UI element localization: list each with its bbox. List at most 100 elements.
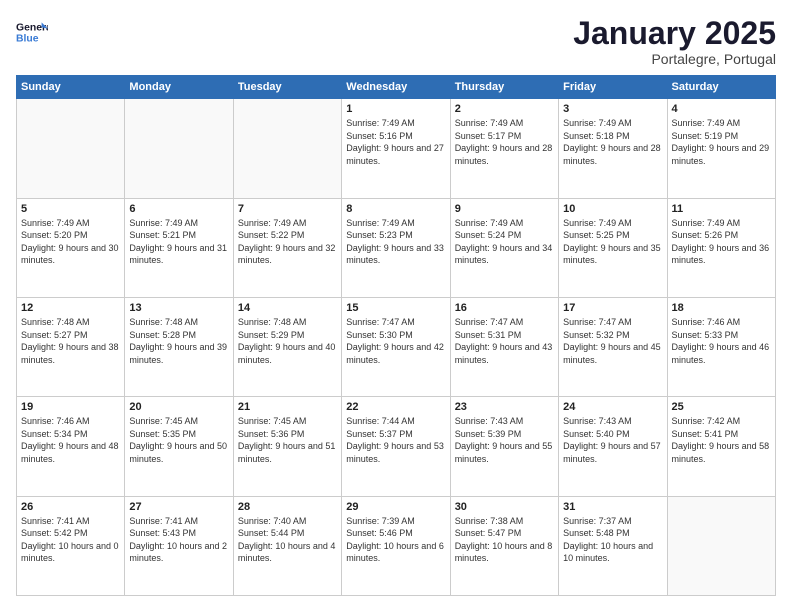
table-row: 1 Sunrise: 7:49 AM Sunset: 5:16 PM Daylig… — [342, 99, 450, 198]
col-thursday: Thursday — [450, 76, 558, 99]
calendar-week-row: 1 Sunrise: 7:49 AM Sunset: 5:16 PM Daylig… — [17, 99, 776, 198]
day-number: 11 — [672, 203, 771, 215]
day-info: Sunrise: 7:42 AM Sunset: 5:41 PM Dayligh… — [672, 415, 771, 465]
table-row: 6 Sunrise: 7:49 AM Sunset: 5:21 PM Daylig… — [125, 198, 233, 297]
page: General Blue January 2025 Portalegre, Po… — [0, 0, 792, 612]
day-number: 21 — [238, 401, 337, 413]
day-info: Sunrise: 7:48 AM Sunset: 5:29 PM Dayligh… — [238, 316, 337, 366]
table-row: 15Sunrise: 7:47 AM Sunset: 5:30 PM Dayli… — [342, 297, 450, 396]
day-info: Sunrise: 7:49 AM Sunset: 5:19 PM Dayligh… — [672, 117, 771, 167]
day-number: 4 — [672, 103, 771, 115]
table-row — [233, 99, 341, 198]
table-row: 21 Sunrise: 7:45 AM Sunset: 5:36 PM Dayli… — [233, 397, 341, 496]
subtitle: Portalegre, Portugal — [573, 51, 776, 67]
day-number: 25 — [672, 401, 771, 413]
day-number: 30 — [455, 501, 554, 513]
day-info: Sunrise: 7:49 AM Sunset: 5:16 PM Dayligh… — [346, 117, 445, 167]
col-sunday: Sunday — [17, 76, 125, 99]
day-info: Sunrise: 7:49 AM Sunset: 5:23 PM Dayligh… — [346, 217, 445, 267]
day-info: Sunrise: 7:44 AM Sunset: 5:37 PM Dayligh… — [346, 415, 445, 465]
table-row: 3Sunrise: 7:49 AM Sunset: 5:18 PM Daylig… — [559, 99, 667, 198]
table-row — [667, 496, 775, 595]
table-row: 30 Sunrise: 7:38 AM Sunset: 5:47 PM Dayli… — [450, 496, 558, 595]
col-friday: Friday — [559, 76, 667, 99]
day-number: 19 — [21, 401, 120, 413]
calendar-table: Sunday Monday Tuesday Wednesday Thursday… — [16, 75, 776, 596]
day-number: 1 — [346, 103, 445, 115]
day-info: Sunrise: 7:39 AM Sunset: 5:46 PM Dayligh… — [346, 515, 445, 565]
table-row: 28Sunrise: 7:40 AM Sunset: 5:44 PM Dayli… — [233, 496, 341, 595]
day-number: 28 — [238, 501, 337, 513]
day-number: 17 — [563, 302, 662, 314]
col-tuesday: Tuesday — [233, 76, 341, 99]
calendar-week-row: 12 Sunrise: 7:48 AM Sunset: 5:27 PM Dayli… — [17, 297, 776, 396]
table-row: 20 Sunrise: 7:45 AM Sunset: 5:35 PM Dayli… — [125, 397, 233, 496]
table-row: 23 Sunrise: 7:43 AM Sunset: 5:39 PM Dayli… — [450, 397, 558, 496]
col-wednesday: Wednesday — [342, 76, 450, 99]
table-row: 5Sunrise: 7:49 AM Sunset: 5:20 PM Daylig… — [17, 198, 125, 297]
day-info: Sunrise: 7:49 AM Sunset: 5:22 PM Dayligh… — [238, 217, 337, 267]
table-row — [17, 99, 125, 198]
day-number: 2 — [455, 103, 554, 115]
day-info: Sunrise: 7:49 AM Sunset: 5:21 PM Dayligh… — [129, 217, 228, 267]
table-row: 12 Sunrise: 7:48 AM Sunset: 5:27 PM Dayli… — [17, 297, 125, 396]
day-number: 29 — [346, 501, 445, 513]
day-number: 13 — [129, 302, 228, 314]
day-info: Sunrise: 7:45 AM Sunset: 5:35 PM Dayligh… — [129, 415, 228, 465]
table-row: 14Sunrise: 7:48 AM Sunset: 5:29 PM Dayli… — [233, 297, 341, 396]
title-block: January 2025 Portalegre, Portugal — [573, 16, 776, 67]
day-info: Sunrise: 7:43 AM Sunset: 5:39 PM Dayligh… — [455, 415, 554, 465]
day-number: 10 — [563, 203, 662, 215]
table-row — [125, 99, 233, 198]
day-info: Sunrise: 7:49 AM Sunset: 5:25 PM Dayligh… — [563, 217, 662, 267]
table-row: 19 Sunrise: 7:46 AM Sunset: 5:34 PM Dayli… — [17, 397, 125, 496]
table-row: 8 Sunrise: 7:49 AM Sunset: 5:23 PM Daylig… — [342, 198, 450, 297]
day-number: 22 — [346, 401, 445, 413]
table-row: 18Sunrise: 7:46 AM Sunset: 5:33 PM Dayli… — [667, 297, 775, 396]
col-saturday: Saturday — [667, 76, 775, 99]
day-number: 12 — [21, 302, 120, 314]
table-row: 22 Sunrise: 7:44 AM Sunset: 5:37 PM Dayli… — [342, 397, 450, 496]
logo: General Blue — [16, 16, 48, 48]
col-monday: Monday — [125, 76, 233, 99]
day-info: Sunrise: 7:48 AM Sunset: 5:28 PM Dayligh… — [129, 316, 228, 366]
table-row: 9 Sunrise: 7:49 AM Sunset: 5:24 PM Daylig… — [450, 198, 558, 297]
day-number: 26 — [21, 501, 120, 513]
calendar-week-row: 19 Sunrise: 7:46 AM Sunset: 5:34 PM Dayli… — [17, 397, 776, 496]
day-number: 20 — [129, 401, 228, 413]
day-info: Sunrise: 7:38 AM Sunset: 5:47 PM Dayligh… — [455, 515, 554, 565]
day-info: Sunrise: 7:47 AM Sunset: 5:32 PM Dayligh… — [563, 316, 662, 366]
day-number: 9 — [455, 203, 554, 215]
table-row: 7 Sunrise: 7:49 AM Sunset: 5:22 PM Daylig… — [233, 198, 341, 297]
day-info: Sunrise: 7:48 AM Sunset: 5:27 PM Dayligh… — [21, 316, 120, 366]
day-number: 8 — [346, 203, 445, 215]
logo-icon: General Blue — [16, 16, 48, 48]
day-info: Sunrise: 7:49 AM Sunset: 5:17 PM Dayligh… — [455, 117, 554, 167]
table-row: 26Sunrise: 7:41 AM Sunset: 5:42 PM Dayli… — [17, 496, 125, 595]
svg-text:Blue: Blue — [16, 34, 39, 45]
table-row: 31 Sunrise: 7:37 AM Sunset: 5:48 PM Dayli… — [559, 496, 667, 595]
day-number: 31 — [563, 501, 662, 513]
table-row: 4 Sunrise: 7:49 AM Sunset: 5:19 PM Daylig… — [667, 99, 775, 198]
table-row: 2 Sunrise: 7:49 AM Sunset: 5:17 PM Daylig… — [450, 99, 558, 198]
table-row: 24Sunrise: 7:43 AM Sunset: 5:40 PM Dayli… — [559, 397, 667, 496]
day-number: 6 — [129, 203, 228, 215]
day-info: Sunrise: 7:49 AM Sunset: 5:26 PM Dayligh… — [672, 217, 771, 267]
day-info: Sunrise: 7:37 AM Sunset: 5:48 PM Dayligh… — [563, 515, 662, 565]
day-info: Sunrise: 7:45 AM Sunset: 5:36 PM Dayligh… — [238, 415, 337, 465]
table-row: 29 Sunrise: 7:39 AM Sunset: 5:46 PM Dayli… — [342, 496, 450, 595]
day-number: 23 — [455, 401, 554, 413]
table-row: 13 Sunrise: 7:48 AM Sunset: 5:28 PM Dayli… — [125, 297, 233, 396]
table-row: 11 Sunrise: 7:49 AM Sunset: 5:26 PM Dayli… — [667, 198, 775, 297]
table-row: 10 Sunrise: 7:49 AM Sunset: 5:25 PM Dayli… — [559, 198, 667, 297]
day-number: 24 — [563, 401, 662, 413]
day-number: 27 — [129, 501, 228, 513]
day-number: 7 — [238, 203, 337, 215]
day-info: Sunrise: 7:47 AM Sunset: 5:31 PM Dayligh… — [455, 316, 554, 366]
day-info: Sunrise: 7:46 AM Sunset: 5:34 PM Dayligh… — [21, 415, 120, 465]
day-number: 5 — [21, 203, 120, 215]
calendar-week-row: 5Sunrise: 7:49 AM Sunset: 5:20 PM Daylig… — [17, 198, 776, 297]
day-number: 3 — [563, 103, 662, 115]
day-info: Sunrise: 7:49 AM Sunset: 5:24 PM Dayligh… — [455, 217, 554, 267]
table-row: 16Sunrise: 7:47 AM Sunset: 5:31 PM Dayli… — [450, 297, 558, 396]
